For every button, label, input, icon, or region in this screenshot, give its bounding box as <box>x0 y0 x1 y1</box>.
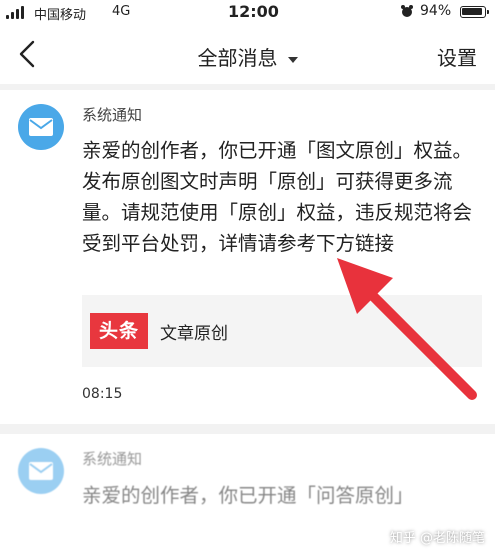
avatar <box>18 104 64 150</box>
watermark: 知乎 @老陈随笔 <box>389 531 485 546</box>
status-bar: 中国移动 4G 12:00 94% <box>0 0 495 26</box>
chevron-down-icon <box>287 56 298 63</box>
page-title: 全部消息 <box>197 46 278 70</box>
battery-fill <box>462 8 482 15</box>
status-time: 12:00 <box>228 2 279 21</box>
message-time: 08:15 <box>82 386 123 402</box>
battery-percent: 94% <box>420 3 452 19</box>
message-body: 亲爱的创作者，你已开通「问答原创」 <box>82 484 414 507</box>
mail-icon <box>29 118 53 136</box>
toutiao-logo: 头条 <box>90 313 148 349</box>
message-sender: 系统通知 <box>82 450 143 468</box>
alarm-icon <box>401 5 413 17</box>
nav-bar: 全部消息 设置 <box>0 26 495 84</box>
original-article-link[interactable]: 头条 文章原创 <box>82 295 482 367</box>
message-sender: 系统通知 <box>82 106 143 124</box>
message-filter-dropdown[interactable]: 全部消息 <box>0 42 495 71</box>
message-card: 系统通知 亲爱的创作者，你已开通「图文原创」权益。发布原创图文时声明「原创」可获… <box>0 90 495 424</box>
settings-button[interactable]: 设置 <box>437 42 477 71</box>
mail-icon <box>29 462 53 480</box>
carrier-name: 中国移动 <box>34 8 87 23</box>
message-body: 亲爱的创作者，你已开通「图文原创」权益。发布原创图文时声明「原创」可获得更多流量… <box>82 139 473 255</box>
avatar <box>18 448 64 494</box>
network-type: 4G <box>112 4 131 19</box>
link-label: 文章原创 <box>160 324 228 344</box>
signal-icon <box>6 5 28 19</box>
battery-icon <box>460 6 489 18</box>
